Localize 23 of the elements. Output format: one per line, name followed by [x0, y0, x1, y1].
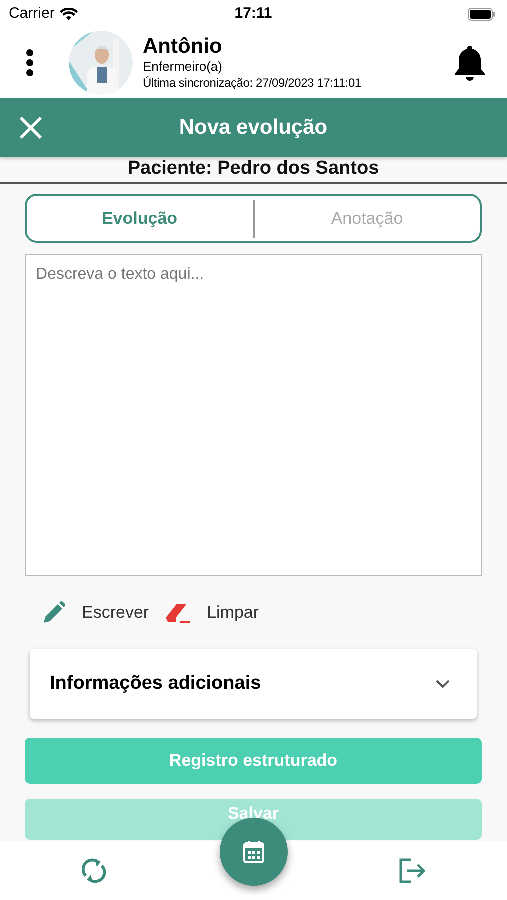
pencil-icon: [42, 601, 66, 625]
bell-icon[interactable]: [453, 44, 487, 82]
logout-icon[interactable]: [399, 858, 427, 884]
patient-name: Paciente: Pedro dos Santos: [128, 157, 380, 182]
user-name: Antônio: [143, 35, 224, 59]
tab[interactable]: Anotação: [254, 196, 480, 241]
accordion-header[interactable]: Informações adicionais: [30, 649, 477, 719]
carrier-name: Carrier: [9, 4, 55, 24]
user-role: Enfermeiro(a): [143, 59, 224, 75]
battery-icon: [468, 8, 496, 20]
close-icon[interactable]: [19, 116, 43, 140]
calendar-icon: [243, 840, 265, 864]
more-options-icon[interactable]: [25, 49, 35, 77]
write-button[interactable]: Escrever: [42, 600, 150, 626]
clear-button[interactable]: Limpar: [165, 600, 260, 626]
eraser-icon: [165, 602, 192, 624]
screen-title: Nova evolução: [179, 114, 328, 141]
sync-time: Última sincronização: 27/09/2023 17:11:01: [143, 75, 362, 91]
tab[interactable]: Evolução: [27, 196, 252, 241]
wifi-icon: [60, 8, 78, 20]
chevron-icon: [435, 679, 451, 689]
text-input-field[interactable]: Descreva o texto aqui...: [25, 254, 482, 576]
clock-time: 17:11: [234, 4, 272, 24]
